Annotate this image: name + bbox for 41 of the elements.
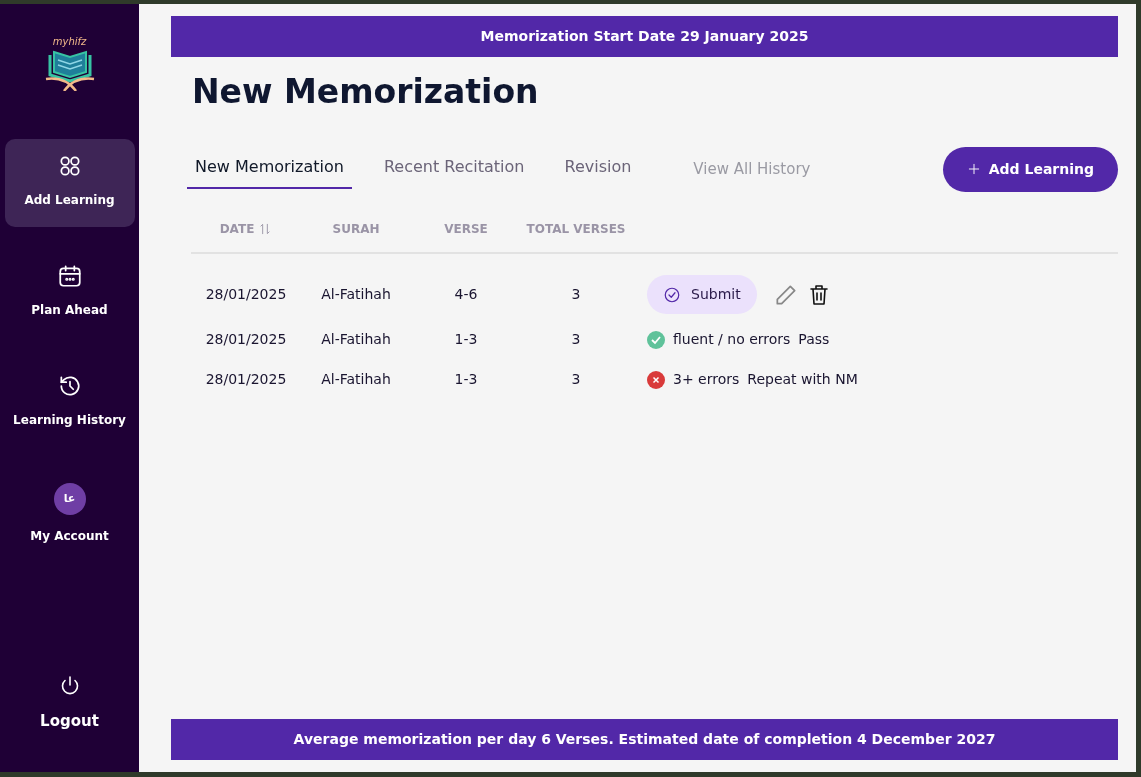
check-circle-icon	[663, 285, 681, 304]
table-cell: 1-3	[454, 331, 478, 347]
sidebar-item[interactable]: Plan Ahead	[4, 249, 135, 337]
table-cell: 28/01/2025	[205, 286, 287, 302]
calendar-icon	[56, 263, 83, 289]
table-cell: 3	[571, 286, 581, 302]
sidebar-item[interactable]: Learning History	[4, 359, 135, 447]
table-cell: Al-Fatihah	[321, 371, 391, 387]
column-header: TOTAL VERSES	[526, 221, 626, 236]
top-banner: Memorization Start Date 29 January 2025	[171, 16, 1118, 57]
tab[interactable]: New Memorization	[187, 149, 352, 189]
page-title: New Memorization	[192, 71, 540, 113]
outcome-text: Repeat with NM	[747, 370, 858, 389]
column-header: VERSE	[444, 221, 488, 236]
tab[interactable]: Recent Recitation	[375, 149, 533, 189]
add-learning-button[interactable]: Add Learning	[942, 146, 1118, 192]
outcome-text: Pass	[798, 330, 830, 349]
plus-icon	[966, 162, 981, 176]
tab[interactable]: Revision	[556, 149, 640, 189]
check-badge-icon	[647, 330, 665, 349]
avatar-icon: عا	[53, 483, 86, 515]
logo-text: myhifz	[52, 35, 87, 49]
table-cell: Al-Fatihah	[321, 331, 391, 347]
table-cell: 4-6	[454, 286, 478, 302]
table-cell: 28/01/2025	[205, 371, 287, 387]
table-cell: Al-Fatihah	[321, 286, 391, 302]
bottom-banner: Average memorization per day 6 Verses. Estimated date of completion 4 December 2027	[171, 719, 1118, 760]
sidebar-item[interactable]: Add Learning	[4, 139, 135, 227]
table-cell: 3	[571, 331, 581, 347]
sort-icon	[258, 221, 273, 236]
cross-badge-icon	[647, 370, 665, 389]
table-cell: 1-3	[454, 371, 478, 387]
logout-button[interactable]: Logout	[4, 659, 135, 750]
result-text: fluent / no errors	[673, 330, 791, 349]
submit-button[interactable]: Submit	[647, 275, 757, 314]
table-cell: 3	[571, 371, 581, 387]
result-text: 3+ errors	[673, 370, 740, 389]
table-cell: 28/01/2025	[205, 331, 287, 347]
column-header: SURAH	[332, 221, 380, 236]
column-header: DATE	[219, 220, 255, 238]
book-logo-icon	[43, 49, 96, 91]
